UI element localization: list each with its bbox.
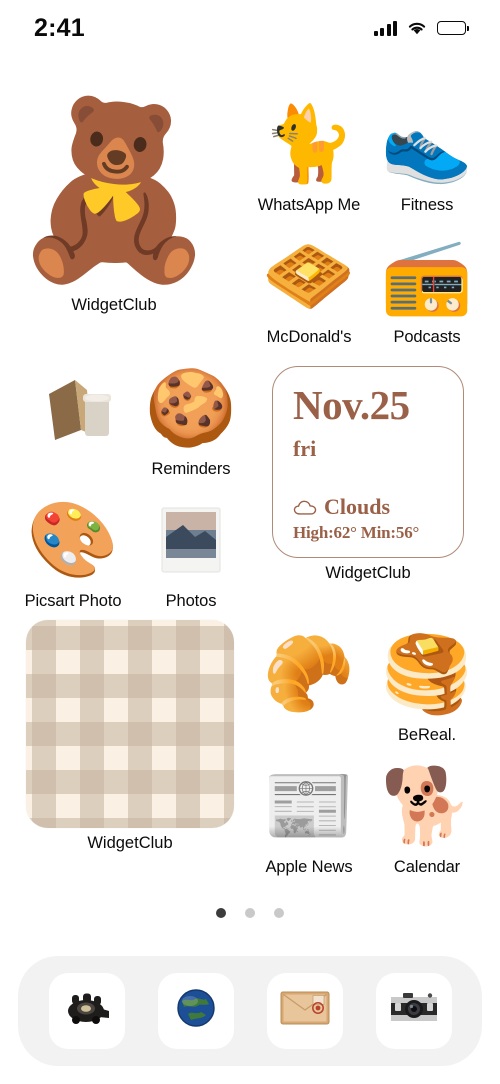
app-reminders[interactable]: 🍪 Reminders [132,360,250,479]
envelope-icon [280,990,330,1032]
app-label: McDonald's [266,328,352,346]
app-label: Podcasts [393,328,461,346]
white-sneaker-icon: 👟 [380,102,474,185]
app-label: Photos [165,592,217,610]
widget-widgetclub-gingham[interactable]: WidgetClub [26,620,234,853]
app-calendar[interactable]: 🐕 Calendar [368,758,486,877]
dock-item-safari[interactable] [157,973,234,1049]
app-photos[interactable]: Photos [132,492,250,611]
app-unlabeled-paper-bag[interactable] [16,360,134,460]
page-dot-3[interactable] [274,908,284,918]
app-label: Picsart Photo [24,592,122,610]
app-label: WhatsApp Me [257,196,361,214]
paint-palette-icon: 🎨 [26,498,120,581]
page-dot-2[interactable] [245,908,255,918]
battery-full-icon [437,21,469,35]
signal-bars-icon [373,20,397,36]
weather-card: Nov.25 fri Clouds High:62° Min:56° [272,366,464,558]
app-label: Fitness [400,196,454,214]
gingham-pattern-icon [26,620,234,828]
weather-date: Nov.25 [293,382,410,428]
rotary-telephone-icon [63,990,111,1032]
tuxedo-cat-icon: 🐈 [262,102,356,185]
teddy-bear-icon: 🧸 [6,94,222,286]
app-label: Apple News [265,858,353,876]
vintage-camera-icon [390,990,438,1032]
wifi-icon [408,22,426,34]
weather-condition-row: Clouds [293,494,445,520]
app-podcasts[interactable]: 📻 Podcasts [368,228,486,347]
status-bar-clock: 2:41 [34,13,85,42]
app-apple-news[interactable]: 📰 Apple News [250,758,368,877]
weather-weekday: fri [293,435,317,461]
puppy-and-kitten-icon: 🐕 [380,764,474,847]
app-mcdonalds[interactable]: 🧇 McDonald's [250,228,368,347]
widget-label: WidgetClub [71,296,157,314]
dock-item-phone[interactable] [48,973,125,1049]
app-fitness[interactable]: 👟 Fitness [368,96,486,215]
app-label: Calendar [393,858,461,876]
app-label: BeReal. [397,726,456,744]
app-label: Reminders [151,460,231,478]
croissant-icon: 🥐 [262,632,356,715]
widget-label: WidgetClub [325,564,411,582]
status-bar: 2:41 [0,0,500,56]
page-dot-1[interactable] [216,908,226,918]
weather-condition: Clouds [324,494,391,519]
newspaper-icon: 📰 [262,764,356,847]
app-bereal[interactable]: 🥞 BeReal. [368,626,486,745]
globe-earth-icon [176,988,216,1035]
home-screen: 2:41 🧸 WidgetClub 🐈 WhatsApp Me 👟 Fitnes… [0,0,500,1084]
widget-widgetclub-weather[interactable]: Nov.25 fri Clouds High:62° Min:56° Widge… [272,366,464,583]
widget-label: WidgetClub [87,834,173,852]
cookie-icon: 🍪 [144,366,238,449]
waffle-icon: 🧇 [262,234,356,317]
dock-item-camera[interactable] [375,973,452,1049]
cloud-icon [293,500,317,515]
app-unlabeled-croissant[interactable]: 🥐 [250,626,368,726]
retro-radio-icon: 📻 [380,234,474,317]
dock [18,956,482,1066]
app-picsart-photo[interactable]: 🎨 Picsart Photo [14,492,132,611]
app-whatsapp-me[interactable]: 🐈 WhatsApp Me [250,96,368,215]
pancakes-icon: 🥞 [380,632,474,715]
weather-temps: High:62° Min:56° [293,523,420,542]
page-indicator-dots[interactable] [0,908,500,918]
dock-item-mail[interactable] [266,973,343,1049]
widget-widgetclub-teddy-bear[interactable]: 🧸 WidgetClub [6,90,222,315]
paper-bag-coffee-icon [27,360,123,456]
polaroid-photo-icon [143,492,239,588]
status-bar-indicators [373,20,469,36]
